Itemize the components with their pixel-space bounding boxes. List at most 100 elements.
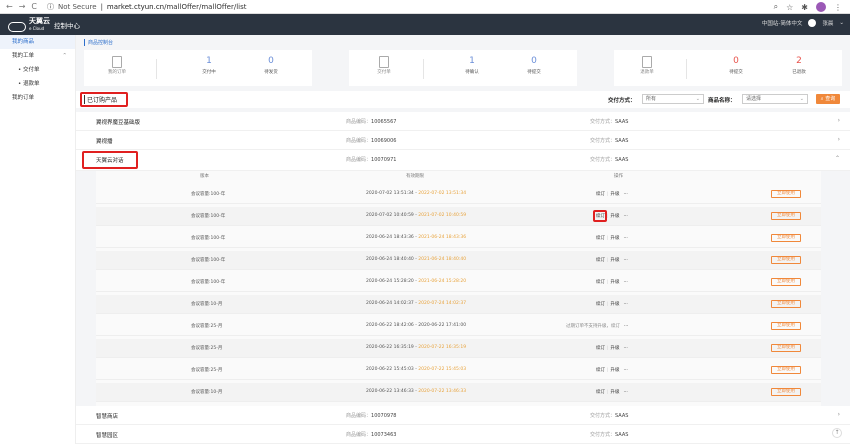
back-to-top-icon[interactable]: ↑ [832, 428, 842, 438]
more-icon[interactable]: ··· [624, 346, 628, 351]
extensions-icon[interactable]: ✱ [801, 3, 808, 12]
logo[interactable]: 天翼云 e Cloud [0, 17, 50, 32]
row-ops: 续订 | 升级 ··· [596, 301, 628, 307]
delivery-select[interactable]: 所有 ⌄ [642, 94, 704, 104]
stat-to-confirm[interactable]: 1 待确认 [447, 50, 497, 75]
product-row[interactable]: 翼视界魔豆基础版 商品编码：10065567 交付方式：SAAS › [76, 112, 850, 131]
order-icon-block[interactable]: 我的订单 [92, 50, 142, 75]
use-now-button[interactable]: 立即使用 [771, 366, 801, 374]
sidebar-item-my-orders[interactable]: 我的订单 [0, 91, 75, 105]
period-end: 2020-07-22 15:45:03 [418, 367, 467, 372]
refund-icon-block[interactable]: 退款单 [622, 50, 672, 75]
renew-link[interactable]: 续订 [596, 258, 605, 263]
upgrade-link[interactable]: 升级 [611, 214, 620, 219]
column-header-period: 有效期限 [406, 174, 424, 179]
period-start: 2020-07-02 13:51:34 - [366, 191, 419, 196]
table-row: 会议容量:25-月 2020-06-22 15:45:03 - 2020-07-2… [96, 361, 821, 380]
app-header: 天翼云 e Cloud 控制中心 中国站-简体中文 张晨 ⌄ [0, 14, 850, 35]
renew-link[interactable]: 续订 [596, 280, 605, 285]
stat-refund-to-submit[interactable]: 0 待提交 [711, 50, 761, 75]
star-icon[interactable]: ☆ [786, 3, 793, 12]
sidebar-item-refund[interactable]: • 退款单 [0, 77, 75, 91]
highlight-box [82, 151, 138, 169]
upgrade-link[interactable]: 升级 [611, 302, 620, 307]
use-now-button[interactable]: 立即使用 [771, 300, 801, 308]
product-row[interactable]: 智慧园区 商品编码：10073463 交付方式：SAAS › [76, 425, 850, 444]
product-row[interactable]: 智慧商店 商品编码：10070978 交付方式：SAAS › [76, 406, 850, 425]
chevron-down-icon[interactable]: ⌄ [839, 20, 844, 26]
renew-link[interactable]: 续订 [596, 236, 605, 241]
product-row[interactable]: 翼视播 商品编码：10069006 交付方式：SAAS › [76, 131, 850, 150]
renew-link[interactable]: 续订 [596, 368, 605, 373]
search-icon[interactable]: ⌕ [774, 2, 778, 12]
use-now-button[interactable]: 立即使用 [771, 344, 801, 352]
query-button[interactable]: ⌕ 查询 [816, 94, 840, 104]
forward-icon[interactable]: → [19, 2, 26, 11]
use-now-button[interactable]: 立即使用 [771, 256, 801, 264]
stat-to-submit[interactable]: 0 待提交 [509, 50, 559, 75]
row-version: 会议容量:100-年 [191, 258, 226, 263]
renew-link[interactable]: 续订 [596, 390, 605, 395]
more-icon[interactable]: ··· [624, 390, 628, 395]
upgrade-link[interactable]: 升级 [611, 346, 620, 351]
use-now-button[interactable]: 立即使用 [771, 278, 801, 286]
stat-delivering[interactable]: 1 交付中 [184, 50, 234, 75]
more-icon[interactable]: ··· [624, 324, 628, 329]
row-ops: 续订 | 升级 ··· [596, 389, 628, 395]
chevron-up-icon[interactable]: ⌃ [835, 155, 840, 162]
name-select[interactable]: 请选择 ⌄ [742, 94, 808, 104]
renew-link[interactable]: 续订 [596, 192, 605, 197]
product-row-expanded[interactable]: 天翼云对话 商品编码：10070971 交付方式：SAAS ⌃ [76, 150, 850, 171]
upload-icon [379, 56, 389, 68]
more-icon[interactable]: ··· [624, 236, 628, 241]
stat-refunded[interactable]: 2 已退款 [774, 50, 824, 75]
delivery-icon-block[interactable]: 交付单 [359, 50, 409, 75]
stat-to-ship[interactable]: 0 待发货 [246, 50, 296, 75]
region-selector[interactable]: 中国站-简体中文 [762, 19, 803, 27]
chevron-right-icon[interactable]: › [838, 136, 840, 143]
row-period: 2020-06-22 13:46:33 - 2020-07-22 13:46:3… [366, 389, 466, 394]
table-row: 会议容量:100-年 2020-06-24 18:43:36 - 2021-06-… [96, 229, 821, 248]
chevron-right-icon[interactable]: › [838, 411, 840, 418]
sidebar-item-my-tickets[interactable]: 我的工单 ⌃ [0, 49, 75, 63]
use-now-button[interactable]: 立即使用 [771, 212, 801, 220]
renew-link[interactable]: 续订 [596, 302, 605, 307]
address-bar[interactable]: ⓘ Not Secure | market.ctyun.cn/mallOffer… [47, 2, 247, 12]
more-icon[interactable]: ··· [624, 214, 628, 219]
upgrade-link[interactable]: 升级 [611, 390, 620, 395]
more-icon[interactable]: ··· [624, 258, 628, 263]
chevron-right-icon[interactable]: › [838, 117, 840, 124]
use-now-button[interactable]: 立即使用 [771, 388, 801, 396]
chevron-down-icon: ⌄ [695, 96, 700, 102]
more-icon[interactable]: ··· [624, 192, 628, 197]
use-now-button[interactable]: 立即使用 [771, 322, 801, 330]
upgrade-link[interactable]: 升级 [611, 368, 620, 373]
console-title[interactable]: 控制中心 [54, 20, 80, 30]
stat-card-refund: 退款单 0 待提交 2 已退款 [614, 50, 842, 86]
reload-icon[interactable]: C [31, 2, 37, 11]
ops-separator: | [607, 280, 609, 285]
period-start: 2020-06-24 14:02:37 - [366, 301, 419, 306]
use-now-button[interactable]: 立即使用 [771, 190, 801, 198]
more-icon[interactable]: ··· [624, 368, 628, 373]
stat-card-delivery: 交付单 1 待确认 0 待提交 [349, 50, 577, 86]
profile-avatar[interactable] [816, 2, 826, 12]
use-now-button[interactable]: 立即使用 [771, 234, 801, 242]
sidebar-item-my-products[interactable]: 我的商品 [0, 35, 75, 49]
sidebar-item-delivery[interactable]: • 交付单 [0, 63, 75, 77]
upgrade-link[interactable]: 升级 [611, 280, 620, 285]
user-avatar[interactable] [808, 19, 817, 27]
more-icon[interactable]: ··· [624, 280, 628, 285]
upgrade-link[interactable]: 升级 [611, 258, 620, 263]
more-icon[interactable]: ··· [624, 302, 628, 307]
breadcrumb[interactable]: 商品控制台 [84, 39, 113, 46]
period-end: 2021-06-24 15:28:20 [418, 279, 467, 284]
column-header-ops: 操作 [614, 174, 623, 179]
row-period: 2020-06-24 18:40:40 - 2021-06-24 18:40:4… [366, 257, 466, 262]
renew-link[interactable]: 续订 [596, 346, 605, 351]
menu-icon[interactable]: ⋮ [834, 3, 842, 12]
back-icon[interactable]: ← [6, 2, 13, 11]
upgrade-link[interactable]: 升级 [611, 192, 620, 197]
user-name[interactable]: 张晨 [822, 19, 833, 27]
upgrade-link[interactable]: 升级 [611, 236, 620, 241]
